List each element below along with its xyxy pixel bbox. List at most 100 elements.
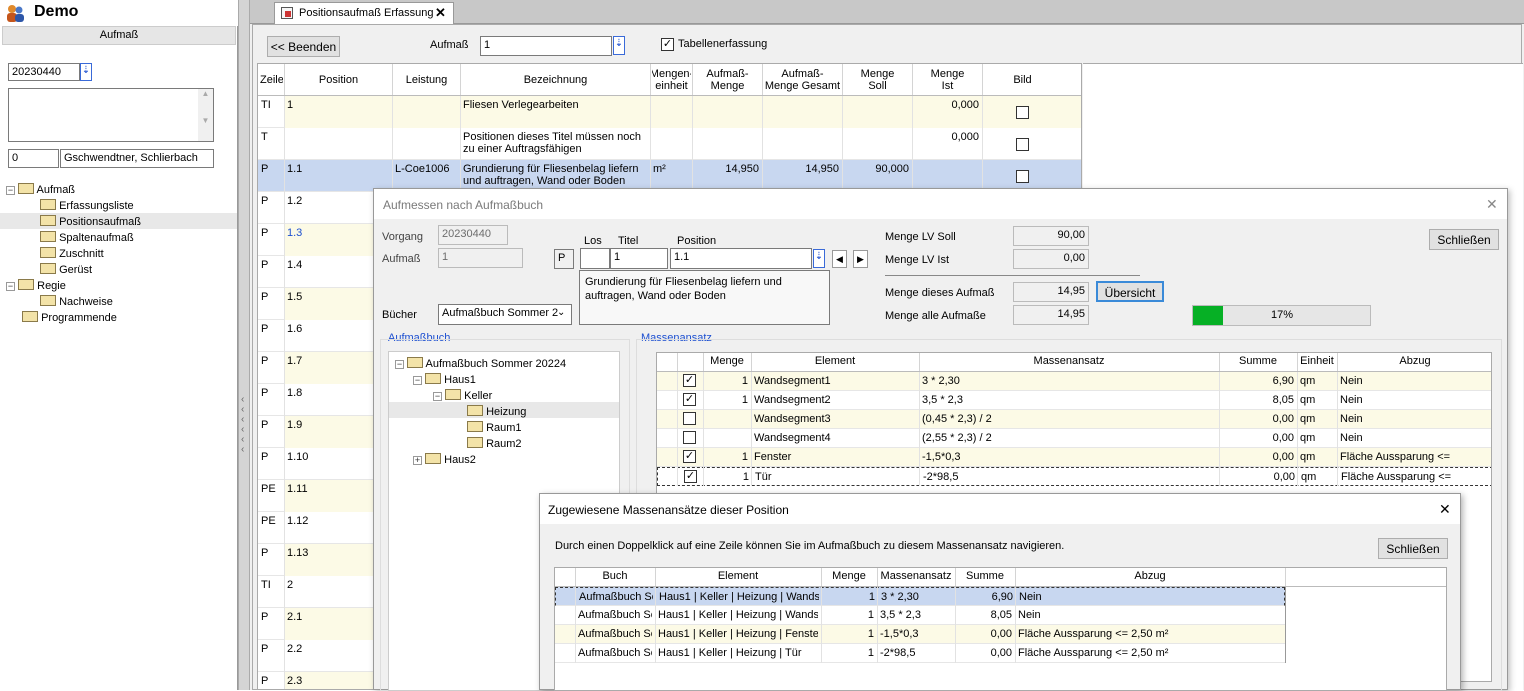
buecher-select[interactable]: Aufmaßbuch Sommer 2 bbox=[438, 304, 572, 325]
assigned-row[interactable]: Aufmaßbuch Sc Haus1 | Keller | Heizung | … bbox=[555, 587, 1285, 606]
section-header[interactable]: Aufmaß bbox=[2, 26, 236, 45]
tab-close-icon[interactable]: ✕ bbox=[435, 5, 446, 21]
assigned-header-cell: Menge bbox=[832, 570, 866, 582]
include-checkbox[interactable] bbox=[683, 431, 696, 444]
table-row[interactable]: TI 1 Fliesen Verlegearbeiten 0,000 bbox=[258, 96, 1081, 128]
tree-item-positionsaufmass[interactable]: Positionsaufmaß bbox=[0, 213, 237, 229]
column-divider bbox=[284, 96, 285, 689]
aufmass-select[interactable]: 1 bbox=[480, 36, 612, 56]
chevron-down-icon[interactable]: ⌄ bbox=[557, 307, 565, 318]
grid-cell-z: P bbox=[261, 227, 269, 239]
los-input[interactable] bbox=[580, 248, 610, 269]
collapse-icon[interactable]: − bbox=[395, 360, 404, 369]
assigned-cell-e: Haus1 | Keller | Heizung | Wands bbox=[659, 591, 819, 603]
massenansatz-header-cell: Einheit bbox=[1300, 355, 1334, 367]
column-divider bbox=[912, 64, 913, 95]
massenansatz-cell-f: (2,55 * 2,3) / 2 bbox=[922, 432, 992, 444]
massenansatz-row[interactable]: Wandsegment3 (0,45 * 2,3) / 2 0,00 qm Nein bbox=[657, 410, 1491, 429]
massenansatz-cell-s: 0,00 bbox=[1272, 432, 1294, 444]
schliessen-button[interactable]: Schließen bbox=[1429, 229, 1499, 250]
tree-node-haus1[interactable]: − Haus1 bbox=[413, 372, 476, 386]
massenansatz-row[interactable]: Wandsegment4 (2,55 * 2,3) / 2 0,00 qm Nein bbox=[657, 429, 1491, 448]
tab-positionsaufmass[interactable]: Positionsaufmaß Erfassung ✕ bbox=[274, 2, 454, 24]
tree-node-heizung[interactable]: Heizung bbox=[389, 402, 619, 418]
grid-cell-z: P bbox=[261, 451, 269, 463]
collapse-icon[interactable]: − bbox=[6, 282, 15, 291]
column-divider bbox=[1015, 587, 1016, 663]
include-checkbox[interactable] bbox=[683, 412, 696, 425]
collapse-icon[interactable]: − bbox=[433, 392, 442, 401]
beenden-button[interactable]: << Beenden bbox=[267, 36, 340, 57]
tree-item-programmende[interactable]: Programmende bbox=[22, 310, 117, 324]
grid-header-cell: Aufmaß- Menge Gesamt bbox=[764, 68, 841, 92]
column-divider bbox=[703, 372, 704, 486]
count-input[interactable]: 0 bbox=[8, 149, 59, 168]
tree-node-raum2[interactable]: Raum2 bbox=[467, 436, 522, 450]
massenansatz-row[interactable]: ✓ 1 Tür -2*98,5 0,00 qm Fläche Aussparung <= bbox=[657, 467, 1491, 486]
folder-icon bbox=[40, 199, 56, 210]
bild-checkbox[interactable] bbox=[1016, 170, 1029, 183]
notes-textarea[interactable] bbox=[8, 88, 214, 142]
tree-node-haus2[interactable]: + Haus2 bbox=[413, 452, 476, 466]
tree-node-keller[interactable]: − Keller bbox=[433, 388, 492, 402]
table-row[interactable]: T Positionen dieses Titel müssen noch zu … bbox=[258, 128, 1081, 160]
tree-item-erfassungsliste[interactable]: Erfassungsliste bbox=[40, 198, 134, 212]
soll-label: Menge LV Soll bbox=[885, 231, 956, 243]
tree-item-geruest[interactable]: Gerüst bbox=[40, 262, 92, 276]
vorgang-number-input[interactable]: 20230440 bbox=[8, 63, 80, 81]
assigned-row[interactable]: Aufmaßbuch Sc Haus1 | Keller | Heizung | … bbox=[555, 606, 1285, 625]
schliessen-button[interactable]: Schließen bbox=[1378, 538, 1448, 559]
bild-checkbox[interactable] bbox=[1016, 106, 1029, 119]
folder-icon bbox=[467, 405, 483, 416]
splitter[interactable]: ‹ ‹ ‹ ‹ ‹ ‹ bbox=[238, 0, 250, 690]
collapse-icon[interactable]: − bbox=[6, 186, 15, 195]
tree-item-aufmass[interactable]: − Aufmaß bbox=[6, 182, 75, 196]
next-position-button[interactable]: ▶ bbox=[853, 250, 868, 268]
assigned-cell-m: 1 bbox=[868, 591, 875, 603]
tree-item-zuschnitt[interactable]: Zuschnitt bbox=[40, 246, 104, 260]
uebersicht-button[interactable]: Übersicht bbox=[1096, 281, 1164, 302]
massenansatz-row[interactable]: ✓ 1 Fenster -1,5*0,3 0,00 qm Fläche Aussparung… bbox=[657, 448, 1491, 467]
notes-scrollbar[interactable]: ▲ ▼ bbox=[198, 89, 213, 141]
bild-checkbox[interactable] bbox=[1016, 138, 1029, 151]
grid-cell-b: Grundierung für Fliesenbelag liefern und… bbox=[463, 163, 639, 187]
collapse-icon[interactable]: − bbox=[413, 376, 422, 385]
description-textarea[interactable]: Grundierung für Fliesenbelag liefern und… bbox=[579, 270, 830, 325]
massenansatz-cell-s: 8,05 bbox=[1272, 394, 1294, 406]
position-input[interactable]: 1.1 bbox=[670, 248, 812, 269]
include-checkbox[interactable]: ✓ bbox=[684, 470, 697, 483]
aufmass-dropdown-button[interactable]: ⇣ bbox=[613, 36, 625, 55]
position-dropdown-button[interactable]: ⇣ bbox=[813, 249, 825, 268]
massenansatz-cell-u: qm bbox=[1300, 413, 1316, 425]
massenansatz-row[interactable]: ✓ 1 Wandsegment2 3,5 * 2,3 8,05 qm Nein bbox=[657, 391, 1491, 410]
close-icon[interactable]: ✕ bbox=[1439, 501, 1451, 518]
vorgang-dropdown-button[interactable]: ⇣ bbox=[80, 63, 92, 81]
prev-position-button[interactable]: ◀ bbox=[832, 250, 847, 268]
massenansatz-cell-a: Nein bbox=[1340, 394, 1363, 406]
tree-item-spaltenaufmass[interactable]: Spaltenaufmaß bbox=[40, 230, 134, 244]
assigned-cell-e: Haus1 | Keller | Heizung | Wands bbox=[658, 609, 818, 621]
include-checkbox[interactable]: ✓ bbox=[683, 374, 696, 387]
include-checkbox[interactable]: ✓ bbox=[683, 393, 696, 406]
massenansatz-row[interactable]: ✓ 1 Wandsegment1 3 * 2,30 6,90 qm Nein bbox=[657, 372, 1491, 391]
massenansatz-header-cell: Summe bbox=[1239, 355, 1277, 367]
grid-header-cell: Aufmaß- Menge bbox=[706, 68, 749, 92]
assigned-cell-f: 3,5 * 2,3 bbox=[880, 609, 921, 621]
tree-item-regie[interactable]: − Regie bbox=[6, 278, 66, 292]
close-icon[interactable]: ✕ bbox=[1486, 196, 1498, 213]
assigned-grid[interactable]: Buch Element Menge Massenansatz Summe Abzug A… bbox=[554, 567, 1447, 691]
tree-item-nachweise[interactable]: Nachweise bbox=[40, 294, 113, 308]
assigned-row[interactable]: Aufmaßbuch Sc Haus1 | Keller | Heizung | … bbox=[555, 644, 1285, 663]
assigned-row[interactable]: Aufmaßbuch Sc Haus1 | Keller | Heizung | … bbox=[555, 625, 1285, 644]
titel-input[interactable]: 1 bbox=[610, 248, 668, 269]
massenansatz-cell-s: 0,00 bbox=[1272, 451, 1294, 463]
include-checkbox[interactable]: ✓ bbox=[683, 450, 696, 463]
grid-cell-ms: 90,000 bbox=[875, 163, 909, 175]
expand-icon[interactable]: + bbox=[413, 456, 422, 465]
column-divider bbox=[751, 372, 752, 486]
tabellenerfassung-checkbox[interactable]: ✓ bbox=[661, 38, 674, 51]
position-label: Position bbox=[677, 235, 717, 247]
tree-node-raum1[interactable]: Raum1 bbox=[467, 420, 522, 434]
tree-node-root[interactable]: − Aufmaßbuch Sommer 20224 bbox=[395, 356, 566, 370]
massenansatz-cell-m: 1 bbox=[742, 471, 749, 483]
